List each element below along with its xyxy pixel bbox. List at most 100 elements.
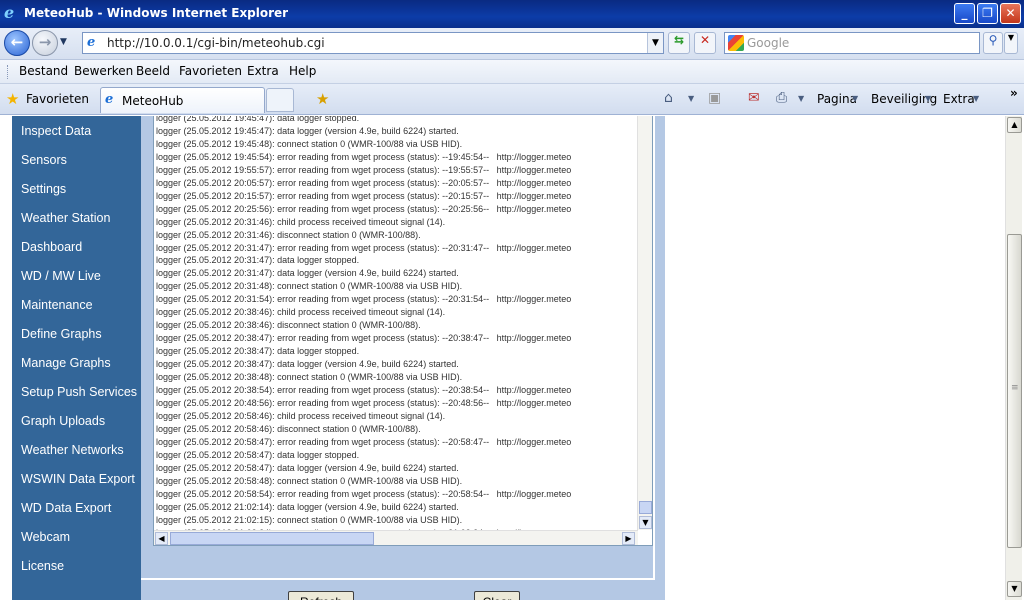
log-line: logger (25.05.2012 20:58:54): error read… — [156, 488, 572, 499]
log-line: logger (25.05.2012 21:02:15): connect st… — [156, 514, 463, 525]
log-line: logger (25.05.2012 20:38:47): error read… — [156, 333, 572, 344]
log-line: logger (25.05.2012 20:58:47): data logge… — [156, 449, 360, 460]
tab-label: MeteoHub — [122, 94, 184, 108]
log-line: logger (25.05.2012 20:38:48): connect st… — [156, 372, 463, 383]
address-dropdown-icon[interactable]: ▼ — [647, 33, 663, 53]
sidebar-item-wd-mw-live[interactable]: WD / MW Live — [21, 269, 101, 283]
sidebar-item-webcam[interactable]: Webcam — [21, 530, 70, 544]
search-options-icon[interactable]: ▼ — [1004, 32, 1018, 54]
page-icon: e — [87, 35, 96, 50]
print-dropdown-icon[interactable]: ▼ — [798, 94, 804, 103]
log-line: logger (25.05.2012 19:45:54): error read… — [156, 151, 572, 162]
mail-icon[interactable]: ✉ — [748, 90, 760, 106]
stop-icon[interactable]: ✕ — [694, 32, 716, 54]
log-vertical-scrollbar[interactable]: ▼ — [637, 116, 652, 530]
log-hscroll-thumb[interactable] — [170, 532, 374, 545]
close-button[interactable]: ✕ — [1000, 3, 1021, 24]
address-toolbar: ← → ▼ e http://10.0.0.1/cgi-bin/meteohub… — [0, 28, 1024, 60]
favorites-bar: ★ Favorieten e MeteoHub ★ ⌂ ▼ ▣ ✉ ⎙ ▼ Pa… — [0, 84, 1024, 115]
sidebar-item-license[interactable]: License — [21, 559, 64, 573]
log-line: logger (25.05.2012 20:38:54): error read… — [156, 385, 572, 396]
sidebar-item-manage-graphs[interactable]: Manage Graphs — [21, 356, 111, 370]
menu-help[interactable]: Help — [289, 64, 316, 78]
log-line: logger (25.05.2012 20:38:47): data logge… — [156, 359, 459, 370]
forward-button[interactable]: → — [32, 30, 58, 56]
sidebar-item-settings[interactable]: Settings — [21, 182, 66, 196]
sidebar-item-weather-station[interactable]: Weather Station — [21, 211, 110, 225]
history-dropdown-icon[interactable]: ▼ — [60, 37, 67, 47]
menu-favorites[interactable]: Favorieten — [179, 64, 242, 78]
refresh-button[interactable]: Refresh — [288, 591, 354, 600]
ie-logo-icon: e — [4, 3, 15, 22]
favorites-button[interactable]: Favorieten — [26, 92, 89, 106]
page-scroll-thumb[interactable] — [1007, 234, 1022, 548]
page-scroll-down-icon[interactable]: ▼ — [1007, 581, 1022, 597]
home-icon[interactable]: ⌂ — [664, 90, 673, 106]
log-panel: logger (25.05.2012 19:45:47): data logge… — [141, 116, 665, 600]
sidebar-item-sensors[interactable]: Sensors — [21, 153, 67, 167]
log-line: logger (25.05.2012 20:58:47): data logge… — [156, 462, 459, 473]
menu-file[interactable]: Bestand — [19, 64, 68, 78]
sidebar-item-weather-networks[interactable]: Weather Networks — [21, 443, 124, 457]
sidebar-item-maintenance[interactable]: Maintenance — [21, 298, 93, 312]
sidebar-item-graph-uploads[interactable]: Graph Uploads — [21, 414, 105, 428]
window-title: MeteoHub - Windows Internet Explorer — [24, 6, 289, 20]
safety-menu-chevron-icon[interactable]: ▼ — [925, 94, 931, 103]
sidebar-item-dashboard[interactable]: Dashboard — [21, 240, 82, 254]
log-line: logger (25.05.2012 20:58:46): disconnect… — [156, 423, 421, 434]
log-scroll-down-icon[interactable]: ▼ — [639, 516, 652, 529]
clear-button[interactable]: Clear — [474, 591, 520, 600]
more-commands-icon[interactable]: » — [1010, 86, 1018, 100]
tools-menu-chevron-icon[interactable]: ▼ — [973, 94, 979, 103]
back-button[interactable]: ← — [4, 30, 30, 56]
new-tab-button[interactable] — [266, 88, 294, 112]
log-line: logger (25.05.2012 20:38:47): data logge… — [156, 346, 360, 357]
home-dropdown-icon[interactable]: ▼ — [688, 94, 694, 103]
window-title-bar: e MeteoHub - Windows Internet Explorer _… — [0, 0, 1024, 28]
menu-tools[interactable]: Extra — [247, 64, 279, 78]
tools-menu[interactable]: Extra — [943, 92, 975, 106]
sidebar-item-wd-data-export[interactable]: WD Data Export — [21, 501, 111, 515]
log-line: logger (25.05.2012 20:25:56): error read… — [156, 203, 572, 214]
refresh-page-icon[interactable]: ⇆ — [668, 32, 690, 54]
google-logo-icon — [728, 35, 744, 51]
log-scroll-right-icon[interactable]: ▶ — [622, 532, 635, 545]
log-textarea[interactable]: logger (25.05.2012 19:45:47): data logge… — [153, 116, 653, 546]
address-field[interactable]: e http://10.0.0.1/cgi-bin/meteohub.cgi ▼ — [82, 32, 664, 54]
minimize-button[interactable]: _ — [954, 3, 975, 24]
sidebar: Inspect Data Sensors Settings Weather St… — [12, 116, 141, 600]
page-vertical-scrollbar[interactable]: ▲ ▼ — [1005, 116, 1022, 600]
log-line: logger (25.05.2012 20:31:46): disconnect… — [156, 229, 421, 240]
add-favorite-icon[interactable]: ★ — [316, 90, 329, 108]
page-scroll-up-icon[interactable]: ▲ — [1007, 117, 1022, 133]
log-line: logger (25.05.2012 20:58:46): child proc… — [156, 410, 446, 421]
log-line: logger (25.05.2012 20:58:47): error read… — [156, 436, 572, 447]
menu-view[interactable]: Beeld — [136, 64, 170, 78]
log-line: logger (25.05.2012 20:31:48): connect st… — [156, 281, 463, 292]
tab-meteohub[interactable]: e MeteoHub — [100, 87, 265, 113]
menu-edit[interactable]: Bewerken — [74, 64, 133, 78]
page-menu[interactable]: Pagina — [817, 92, 857, 106]
address-url[interactable]: http://10.0.0.1/cgi-bin/meteohub.cgi — [107, 36, 325, 50]
log-line: logger (25.05.2012 20:58:48): connect st… — [156, 475, 463, 486]
log-line: logger (25.05.2012 20:38:46): disconnect… — [156, 320, 421, 331]
maximize-button[interactable]: ❐ — [977, 3, 998, 24]
page-menu-chevron-icon[interactable]: ▼ — [852, 94, 858, 103]
sidebar-item-wswin-data-export[interactable]: WSWIN Data Export — [21, 472, 135, 486]
log-line: logger (25.05.2012 20:31:47): data logge… — [156, 255, 360, 266]
log-horizontal-scrollbar[interactable]: ◀ ▶ — [154, 530, 638, 545]
sidebar-item-define-graphs[interactable]: Define Graphs — [21, 327, 102, 341]
tab-ie-icon: e — [105, 92, 114, 107]
log-line: logger (25.05.2012 20:31:47): data logge… — [156, 268, 459, 279]
log-scroll-left-icon[interactable]: ◀ — [155, 532, 168, 545]
search-icon[interactable]: ⚲ — [983, 32, 1003, 54]
search-field[interactable]: Google — [724, 32, 980, 54]
feeds-icon[interactable]: ▣ — [708, 90, 721, 106]
sidebar-item-setup-push-services[interactable]: Setup Push Services — [21, 385, 137, 399]
log-line: logger (25.05.2012 20:15:57): error read… — [156, 190, 572, 201]
print-icon[interactable]: ⎙ — [776, 90, 787, 106]
favorites-star-icon[interactable]: ★ — [6, 90, 19, 108]
log-line: logger (25.05.2012 20:31:47): error read… — [156, 242, 572, 253]
sidebar-item-inspect-data[interactable]: Inspect Data — [21, 124, 91, 138]
log-scroll-thumb[interactable] — [639, 501, 652, 514]
